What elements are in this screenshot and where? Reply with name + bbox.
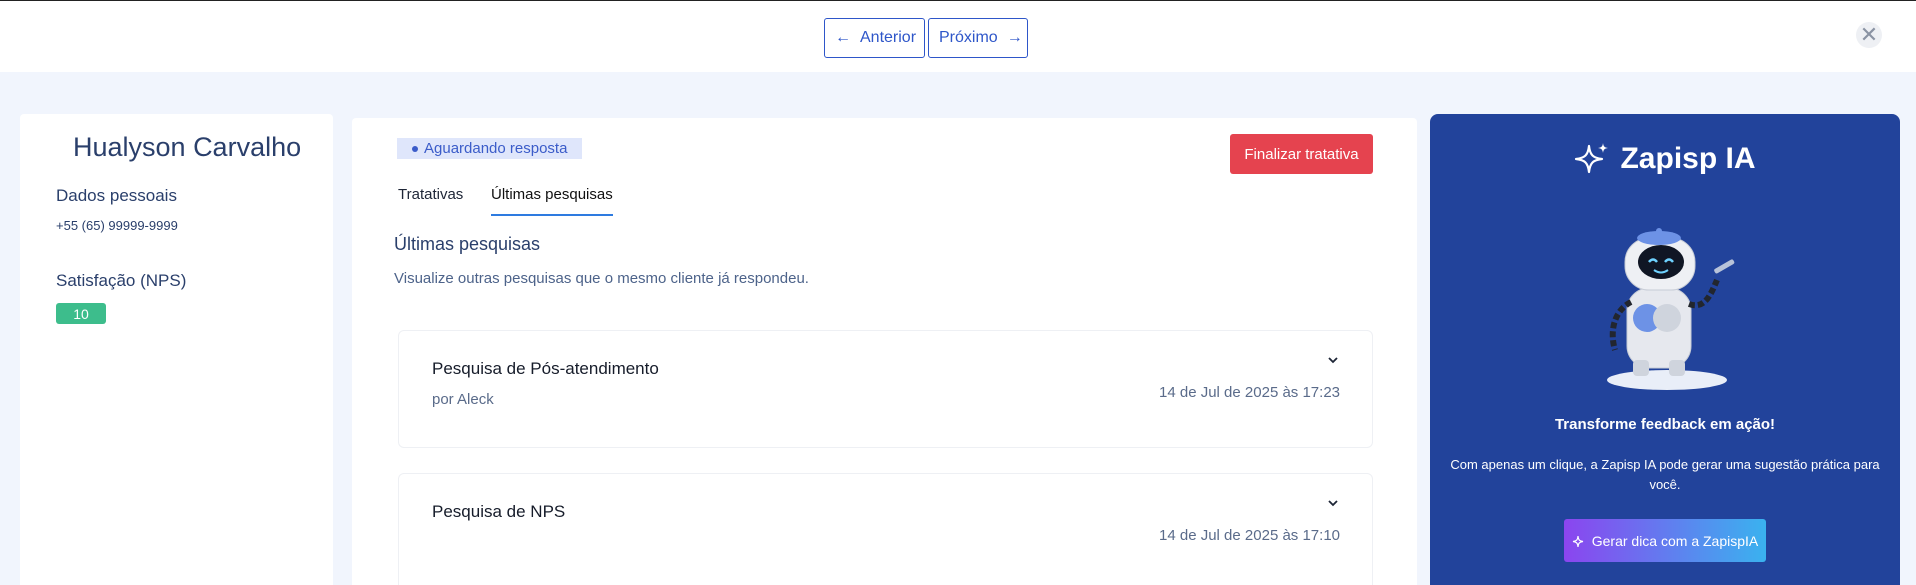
personal-data-label: Dados pessoais [56, 186, 177, 205]
ai-title: Zapisp IA [1430, 140, 1900, 178]
ai-title-text: Zapisp IA [1620, 142, 1756, 175]
survey-card[interactable]: Pesquisa de Pós-atendimento por Aleck 14… [398, 330, 1373, 448]
generate-tip-label: Gerar dica com a ZapispIA [1591, 532, 1759, 549]
survey-title: Pesquisa de NPS [432, 502, 566, 521]
chevron-down-icon[interactable] [1326, 353, 1340, 367]
next-button[interactable]: Próximo → [928, 18, 1028, 58]
survey-title: Pesquisa de Pós-atendimento [432, 359, 659, 378]
detail-panel: Aguardando resposta Finalizar tratativa … [352, 118, 1417, 585]
tab-tratativas[interactable]: Tratativas [398, 186, 463, 203]
previous-label: Anterior [860, 29, 917, 46]
survey-card[interactable]: Pesquisa de NPS 14 de Jul de 2025 às 17:… [398, 473, 1373, 585]
status-dot-icon [412, 145, 418, 152]
status-badge: Aguardando resposta [397, 138, 583, 159]
sparkle-icon [1572, 535, 1583, 547]
nps-label: Satisfação (NPS) [56, 271, 187, 290]
client-panel: Hualyson Carvalho Dados pessoais +55 (65… [20, 114, 333, 585]
arrow-left-icon: ← [835, 29, 851, 46]
survey-author: por Aleck [432, 391, 494, 408]
sparkle-icon [1575, 143, 1609, 174]
phone-number: +55 (65) 99999-9999 [56, 218, 178, 233]
ai-heading: Transforme feedback em ação! [1554, 416, 1776, 433]
robot-illustration [1607, 228, 1735, 390]
client-name: Hualyson Carvalho [73, 132, 302, 162]
section-description: Visualize outras pesquisas que o mesmo c… [394, 270, 809, 287]
arrow-right-icon: → [1006, 29, 1023, 46]
status-text: Aguardando resposta [424, 140, 568, 157]
ai-panel: Zapisp IA Transforme feedback em ação! C… [1430, 114, 1900, 585]
finalize-button[interactable]: Finalizar tratativa [1230, 134, 1373, 174]
close-icon[interactable]: ✕ [1856, 22, 1882, 48]
nps-score-badge: 10 [56, 303, 106, 324]
generate-tip-button[interactable]: Gerar dica com a ZapispIA [1564, 519, 1766, 562]
survey-date: 14 de Jul de 2025 às 17:10 [1159, 527, 1340, 544]
section-title: Últimas pesquisas [394, 234, 541, 254]
next-label: Próximo [939, 29, 998, 46]
tab-ultimas-pesquisas[interactable]: Últimas pesquisas [491, 186, 613, 216]
previous-button[interactable]: ← Anterior [824, 18, 925, 58]
top-bar: ← Anterior Próximo → ✕ [0, 0, 1916, 72]
ai-description: Com apenas um clique, a Zapisp IA pode g… [1450, 457, 1880, 492]
chevron-down-icon[interactable] [1326, 496, 1340, 510]
survey-date: 14 de Jul de 2025 às 17:23 [1159, 384, 1340, 401]
